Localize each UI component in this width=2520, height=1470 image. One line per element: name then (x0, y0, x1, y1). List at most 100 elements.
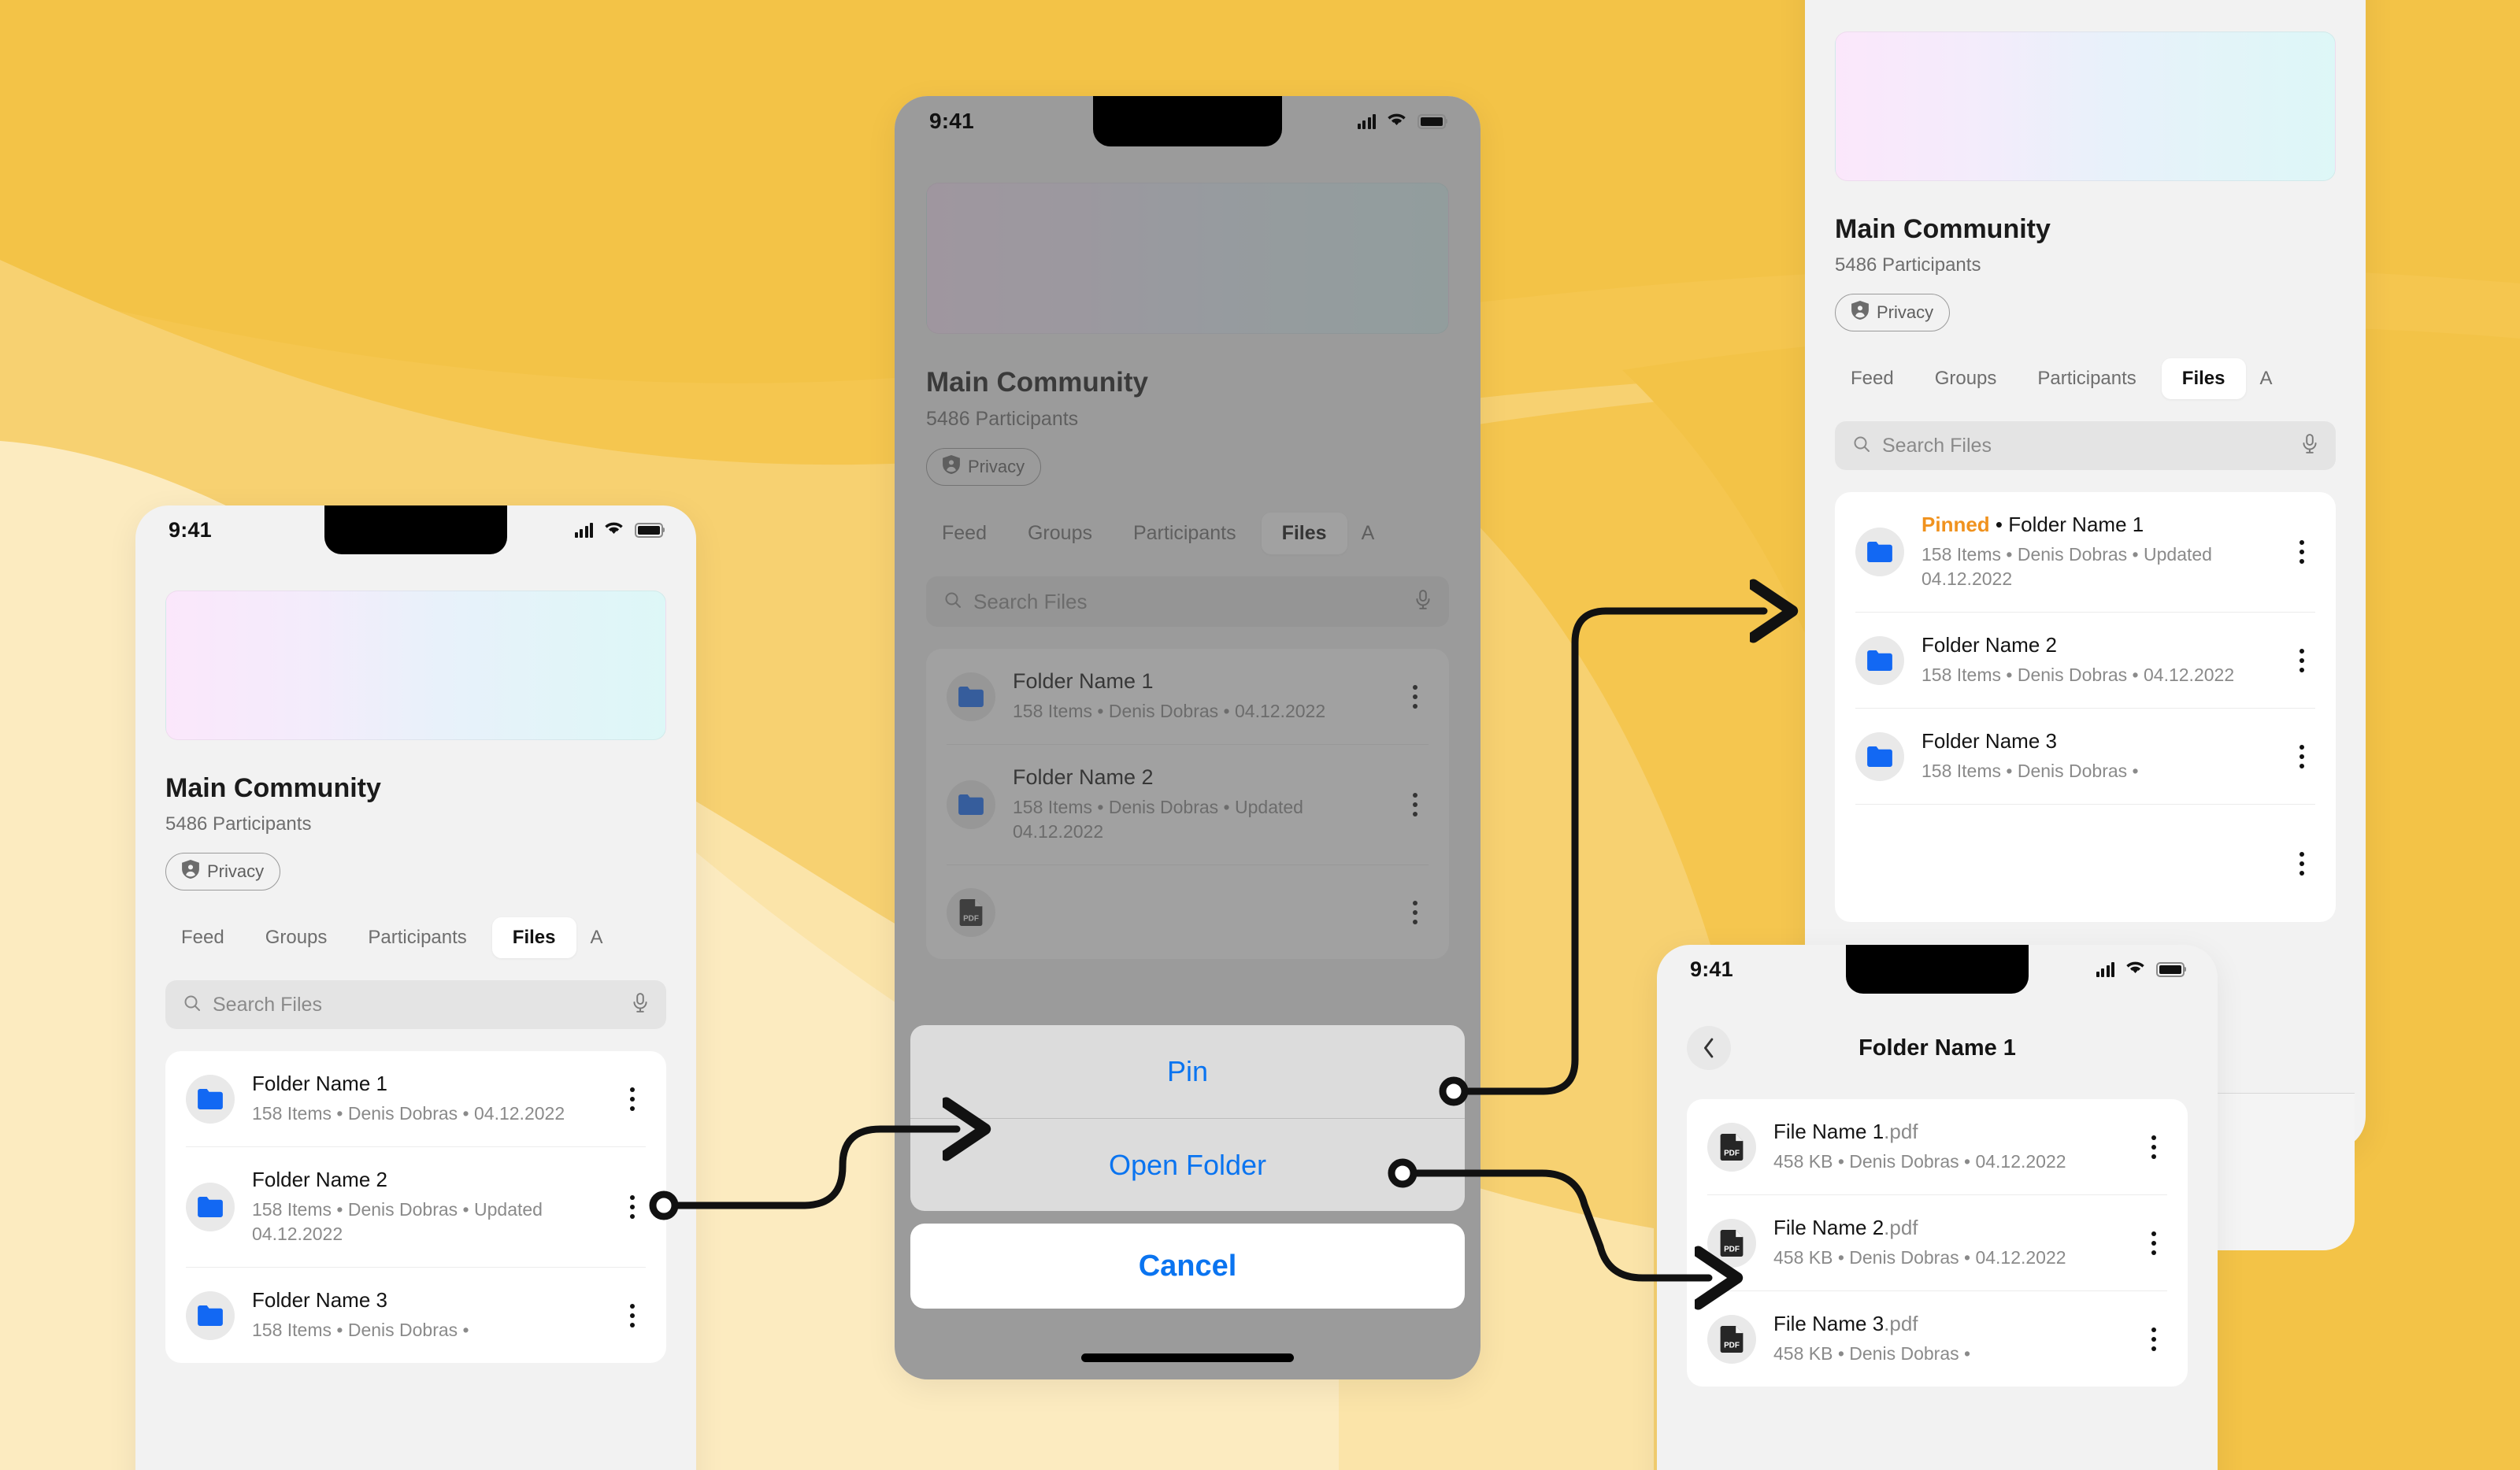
row-more-button[interactable] (2140, 1224, 2167, 1263)
search-icon (1852, 435, 1871, 457)
row-more-button[interactable] (2288, 737, 2315, 776)
status-time: 9:41 (929, 109, 974, 133)
folder-meta: 158 Items • Denis Dobras • Updated 04.12… (252, 1199, 543, 1245)
microphone-icon[interactable] (632, 992, 649, 1017)
tab-files[interactable]: Files (2161, 358, 2246, 399)
pinned-badge: Pinned (1922, 513, 1990, 536)
tab-a[interactable]: A (2255, 358, 2277, 399)
phone-action-sheet: 9:41 Main Community 5486 Participants Pr… (895, 96, 1480, 1379)
privacy-badge[interactable]: Privacy (165, 853, 281, 891)
list-item[interactable]: PDF File Name 2.pdf 458 KB • Denis Dobra… (1687, 1194, 2188, 1290)
privacy-label: Privacy (1877, 302, 1934, 322)
community-banner (165, 591, 666, 740)
folder-name: Folder Name 1 (252, 1072, 387, 1095)
svg-text:PDF: PDF (1724, 1149, 1740, 1157)
page-title: Folder Name 1 (1858, 1035, 2016, 1061)
wifi-icon (604, 520, 624, 539)
file-name: File Name 2 (1773, 1216, 1884, 1240)
cellular-bars-icon (2096, 961, 2114, 977)
folder-name: Folder Name 3 (1922, 729, 2057, 754)
row-more-button[interactable] (2140, 1320, 2167, 1359)
search-input[interactable]: Search Files (165, 980, 666, 1029)
pdf-file-icon: PDF (1707, 1218, 1756, 1268)
file-extension: .pdf (1884, 1120, 1918, 1143)
svg-text:PDF: PDF (1724, 1341, 1740, 1350)
folder-icon (1855, 731, 1904, 781)
shield-person-icon (182, 860, 199, 883)
status-bar: 9:41 (1657, 945, 2218, 994)
folder-meta: 158 Items • Denis Dobras • (1922, 761, 2139, 782)
notch (1093, 96, 1282, 146)
folder-list: Pinned • Folder Name 1 158 Items • Denis… (1835, 492, 2336, 923)
participants-count: 5486 Participants (165, 813, 312, 835)
action-sheet: Pin Open Folder Cancel (910, 1025, 1465, 1309)
status-bar: 9:41 (135, 505, 696, 554)
svg-text:PDF: PDF (1724, 1245, 1740, 1253)
status-time: 9:41 (169, 517, 212, 542)
row-more-button[interactable] (2140, 1127, 2167, 1167)
pinned-separator: • (1995, 513, 2003, 536)
community-banner (1835, 31, 2336, 181)
pdf-file-icon: PDF (1707, 1122, 1756, 1172)
tab-a[interactable]: A (586, 917, 608, 958)
file-name: File Name 1 (1773, 1120, 1884, 1143)
folder-meta: 158 Items • Denis Dobras • 04.12.2022 (1922, 665, 2235, 686)
row-more-button[interactable] (619, 1079, 646, 1119)
table-row[interactable]: Folder Name 2 158 Items • Denis Dobras •… (165, 1146, 666, 1267)
folder-icon (1855, 528, 1904, 577)
privacy-badge[interactable]: Privacy (1835, 294, 1951, 331)
page-title: Main Community (165, 773, 381, 803)
table-row[interactable]: Pinned • Folder Name 1 158 Items • Denis… (1835, 492, 2336, 612)
table-row[interactable]: Folder Name 2 158 Items • Denis Dobras •… (1835, 612, 2336, 708)
tab-participants[interactable]: Participants (352, 917, 482, 958)
folder-meta: 158 Items • Denis Dobras • Updated 04.12… (1922, 544, 2212, 590)
folder-name: Folder Name 2 (252, 1168, 387, 1192)
tab-groups[interactable]: Groups (1919, 358, 2013, 399)
tab-participants[interactable]: Participants (2022, 358, 2151, 399)
battery-icon (635, 522, 663, 538)
table-row[interactable]: Folder Name 3 158 Items • Denis Dobras • (165, 1267, 666, 1363)
tab-bar: Feed Groups Participants Files A (1805, 358, 2366, 399)
row-more-button[interactable] (2288, 532, 2315, 572)
table-row[interactable]: Folder Name 1 158 Items • Denis Dobras •… (165, 1051, 666, 1146)
file-meta: 458 KB • Denis Dobras • 04.12.2022 (1773, 1247, 2066, 1268)
row-more-button[interactable] (619, 1296, 646, 1335)
list-item[interactable]: PDF File Name 1.pdf 458 KB • Denis Dobra… (1687, 1099, 2188, 1194)
shield-person-icon (1851, 301, 1869, 324)
file-extension: .pdf (1884, 1216, 1918, 1240)
file-extension: .pdf (1884, 1312, 1918, 1336)
folder-name: Folder Name 3 (252, 1288, 387, 1313)
open-folder-action[interactable]: Open Folder (910, 1118, 1465, 1211)
search-placeholder: Search Files (213, 993, 322, 1016)
table-row[interactable] (1835, 804, 2336, 922)
pdf-file-icon: PDF (1707, 1314, 1756, 1364)
battery-icon (2156, 961, 2185, 977)
list-item[interactable]: PDF File Name 3.pdf 458 KB • Denis Dobra… (1687, 1290, 2188, 1387)
folder-name: Folder Name 2 (1922, 633, 2057, 657)
status-time: 9:41 (1690, 957, 1733, 981)
row-more-button[interactable] (619, 1187, 646, 1227)
file-meta: 458 KB • Denis Dobras • 04.12.2022 (1773, 1151, 2066, 1172)
row-more-button[interactable] (2288, 641, 2315, 680)
tab-feed[interactable]: Feed (1835, 358, 1910, 399)
row-more-button[interactable] (2288, 844, 2315, 883)
tab-feed[interactable]: Feed (165, 917, 240, 958)
tab-files[interactable]: Files (491, 917, 576, 958)
action-sheet-options: Pin Open Folder (910, 1025, 1465, 1211)
cancel-button[interactable]: Cancel (910, 1224, 1465, 1309)
phone-folder-detail: 9:41 Folder Name 1 PDF File Name 1.pdf 4… (1657, 945, 2218, 1470)
folder-meta: 158 Items • Denis Dobras • (252, 1320, 469, 1341)
file-list: PDF File Name 1.pdf 458 KB • Denis Dobra… (1687, 1099, 2188, 1387)
folder-icon (186, 1183, 235, 1232)
folder-icon (186, 1074, 235, 1124)
table-row[interactable]: Folder Name 3 158 Items • Denis Dobras • (1835, 708, 2336, 804)
folder-list: Folder Name 1 158 Items • Denis Dobras •… (165, 1051, 666, 1364)
microphone-icon[interactable] (2301, 433, 2318, 458)
folder-name: Folder Name 1 (2008, 513, 2144, 536)
file-name: File Name 3 (1773, 1312, 1884, 1336)
search-input[interactable]: Search Files (1835, 421, 2336, 470)
file-meta: 458 KB • Denis Dobras • (1773, 1343, 1971, 1364)
folder-icon (186, 1290, 235, 1340)
pin-action[interactable]: Pin (910, 1025, 1465, 1118)
tab-groups[interactable]: Groups (250, 917, 343, 958)
